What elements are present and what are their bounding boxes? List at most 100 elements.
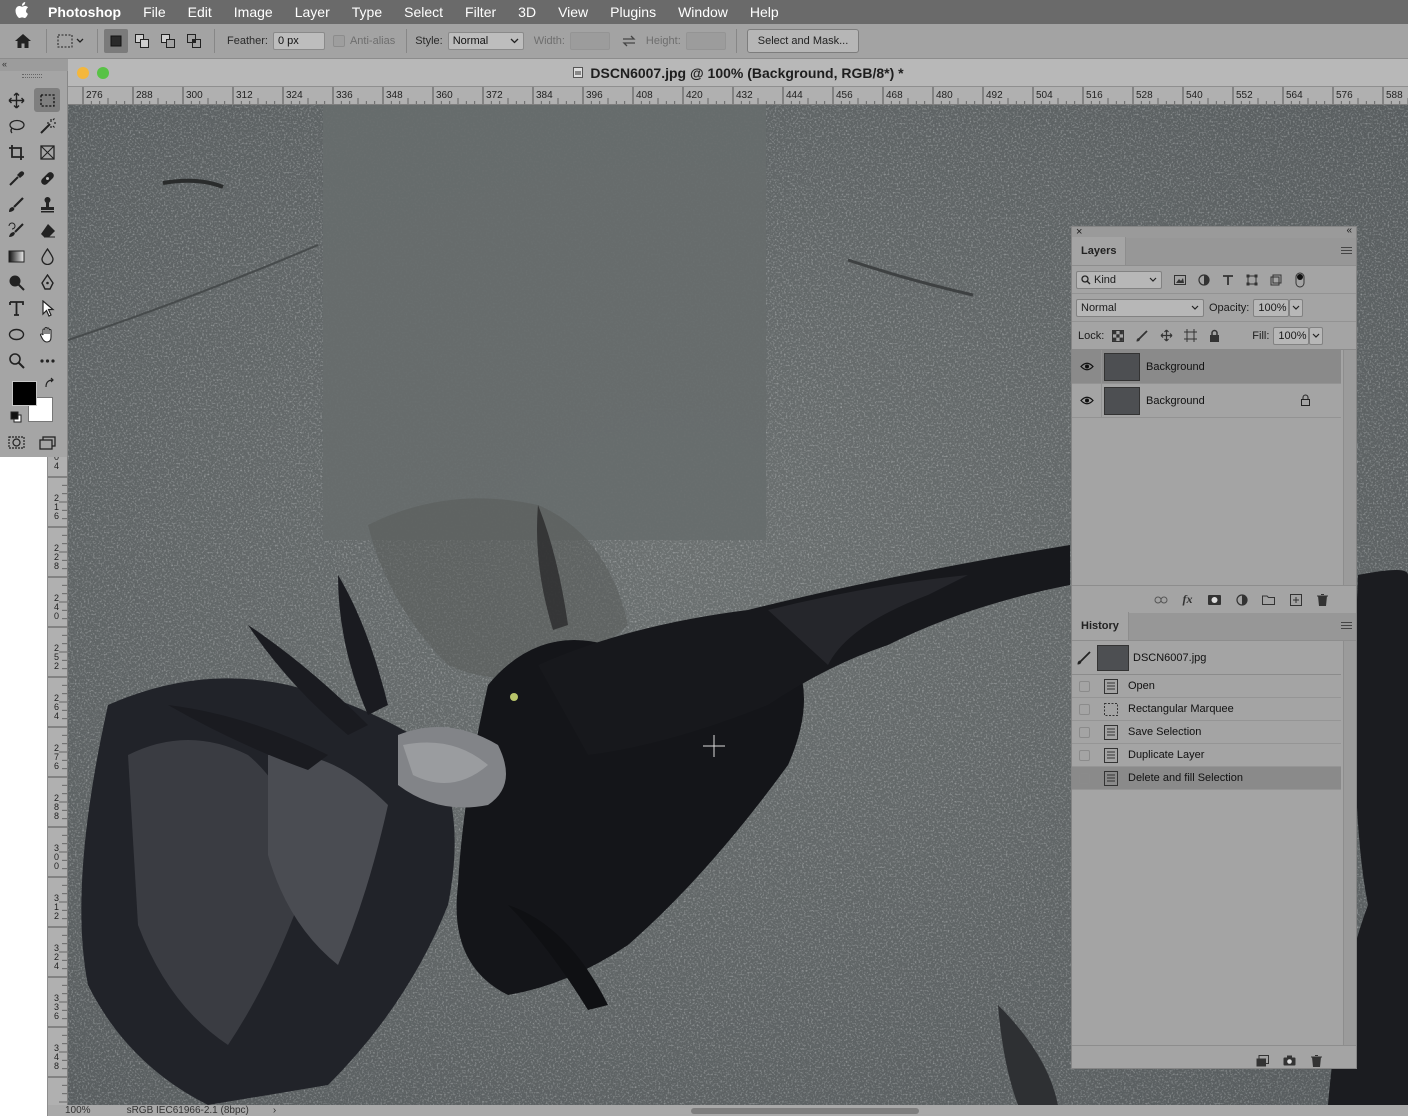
tab-history[interactable]: History [1072, 612, 1129, 640]
zoom-level[interactable]: 100% [65, 1105, 91, 1116]
filter-kind-dropdown[interactable]: Kind [1076, 270, 1162, 289]
link-layers-icon[interactable] [1147, 596, 1174, 604]
feather-input[interactable]: 0 px [272, 32, 325, 50]
filter-pixel-icon[interactable] [1172, 272, 1188, 288]
clone-stamp-tool-icon[interactable] [34, 192, 60, 216]
history-step[interactable]: Duplicate Layer [1072, 744, 1341, 767]
minimize-button[interactable] [77, 67, 89, 79]
blur-tool-icon[interactable] [34, 244, 60, 268]
swap-dimensions-icon[interactable] [614, 35, 644, 47]
layer-row[interactable]: Background [1072, 383, 1341, 418]
layer-row[interactable]: Background [1072, 349, 1341, 384]
frame-tool-icon[interactable] [34, 140, 60, 164]
history-brush-source-checkbox[interactable] [1079, 749, 1090, 761]
tab-layers[interactable]: Layers [1072, 237, 1127, 265]
fill-input[interactable]: 100% [1273, 326, 1310, 345]
visibility-eye-icon[interactable] [1072, 383, 1102, 418]
anti-alias-checkbox[interactable] [332, 35, 345, 47]
subtract-from-selection-icon[interactable] [156, 29, 180, 53]
lock-pixels-icon[interactable] [1134, 328, 1150, 344]
new-layer-icon[interactable] [1282, 593, 1309, 606]
toolbar-grip[interactable] [22, 74, 42, 78]
menu-3d[interactable]: 3D [507, 4, 547, 20]
vertical-ruler[interactable]: 204 216 228 240 252 264 276 288 300 312 324 336 348 [48, 457, 68, 1105]
fill-slider-button[interactable] [1309, 326, 1324, 345]
history-brush-source-checkbox[interactable] [1079, 726, 1090, 738]
horizontal-ruler[interactable]: 276 288 300 312 324 336 348 360 372 384 396 408 420 4… [68, 87, 1408, 105]
filter-toggle-icon[interactable] [1292, 272, 1308, 288]
gradient-tool-icon[interactable] [3, 244, 29, 268]
height-input[interactable] [685, 32, 726, 50]
horizontal-scrollbar[interactable] [691, 1108, 919, 1114]
menu-app-name[interactable]: Photoshop [44, 4, 132, 20]
adjustment-layer-icon[interactable] [1228, 593, 1255, 606]
history-step[interactable]: Delete and fill Selection [1072, 767, 1341, 790]
style-dropdown[interactable]: Normal [447, 32, 524, 50]
magic-wand-tool-icon[interactable] [34, 114, 60, 138]
eyedropper-tool-icon[interactable] [3, 166, 29, 190]
status-chevron-icon[interactable]: › [273, 1105, 276, 1116]
new-document-from-state-icon[interactable] [1249, 1054, 1276, 1067]
camera-icon[interactable] [1276, 1055, 1303, 1066]
healing-brush-tool-icon[interactable] [34, 166, 60, 190]
zoom-tool-icon[interactable] [3, 348, 29, 372]
layers-scrollbar[interactable] [1343, 350, 1356, 585]
history-step[interactable]: Save Selection [1072, 721, 1341, 744]
history-brush-tool-icon[interactable] [3, 218, 29, 242]
menu-select[interactable]: Select [393, 4, 454, 20]
menu-type[interactable]: Type [341, 4, 393, 20]
marquee-preset-picker[interactable] [53, 29, 91, 53]
menu-image[interactable]: Image [223, 4, 284, 20]
default-colors-icon[interactable] [10, 411, 22, 423]
delete-state-icon[interactable] [1303, 1054, 1330, 1067]
swap-colors-icon[interactable] [44, 377, 56, 389]
dodge-tool-icon[interactable] [3, 270, 29, 294]
history-brush-source-checkbox[interactable] [1079, 703, 1090, 715]
screen-mode-icon[interactable] [34, 430, 60, 454]
path-selection-tool-icon[interactable] [34, 296, 60, 320]
type-tool-icon[interactable] [3, 296, 29, 320]
menu-file[interactable]: File [132, 4, 177, 20]
collapse-panels-icon[interactable]: « [1346, 225, 1352, 236]
filter-type-icon[interactable] [1220, 272, 1236, 288]
lock-position-icon[interactable] [1158, 328, 1174, 344]
blend-mode-dropdown[interactable]: Normal [1076, 298, 1204, 317]
width-input[interactable] [569, 32, 610, 50]
zoom-button[interactable] [97, 67, 109, 79]
apple-icon[interactable] [0, 2, 44, 22]
history-scrollbar[interactable] [1343, 641, 1356, 1045]
toolbar-collapse-icon[interactable]: « [0, 59, 68, 71]
lock-artboard-icon[interactable] [1182, 328, 1198, 344]
pen-tool-icon[interactable] [34, 270, 60, 294]
filter-shape-icon[interactable] [1244, 272, 1260, 288]
menu-edit[interactable]: Edit [177, 4, 223, 20]
more-tools-icon[interactable] [34, 348, 60, 372]
document-tab[interactable]: DSCN6007.jpg @ 100% (Background, RGB/8*)… [68, 59, 1408, 87]
history-panel-menu-icon[interactable] [1341, 622, 1352, 631]
filter-smart-object-icon[interactable] [1268, 272, 1284, 288]
delete-layer-icon[interactable] [1309, 593, 1336, 606]
new-group-icon[interactable] [1255, 595, 1282, 605]
menu-help[interactable]: Help [739, 4, 790, 20]
menu-layer[interactable]: Layer [284, 4, 341, 20]
add-mask-icon[interactable] [1201, 594, 1228, 605]
history-brush-source-checkbox[interactable] [1079, 772, 1090, 784]
menu-filter[interactable]: Filter [454, 4, 507, 20]
move-tool-icon[interactable] [3, 88, 29, 112]
menu-plugins[interactable]: Plugins [599, 4, 667, 20]
lasso-tool-icon[interactable] [3, 114, 29, 138]
opacity-slider-button[interactable] [1289, 298, 1304, 317]
foreground-color-swatch[interactable] [12, 381, 37, 406]
layer-name[interactable]: Background [1146, 395, 1205, 407]
add-to-selection-icon[interactable] [130, 29, 154, 53]
rectangular-marquee-tool-icon[interactable] [34, 88, 60, 112]
new-selection-icon[interactable] [104, 29, 128, 53]
crop-tool-icon[interactable] [3, 140, 29, 164]
quick-mask-icon[interactable] [3, 430, 29, 454]
intersect-selection-icon[interactable] [182, 29, 206, 53]
history-brush-source-icon[interactable] [1077, 650, 1091, 665]
history-step[interactable]: Open [1072, 675, 1341, 698]
history-snapshot[interactable]: DSCN6007.jpg [1072, 641, 1341, 675]
home-icon[interactable] [6, 27, 40, 55]
lock-all-icon[interactable] [1206, 328, 1222, 344]
